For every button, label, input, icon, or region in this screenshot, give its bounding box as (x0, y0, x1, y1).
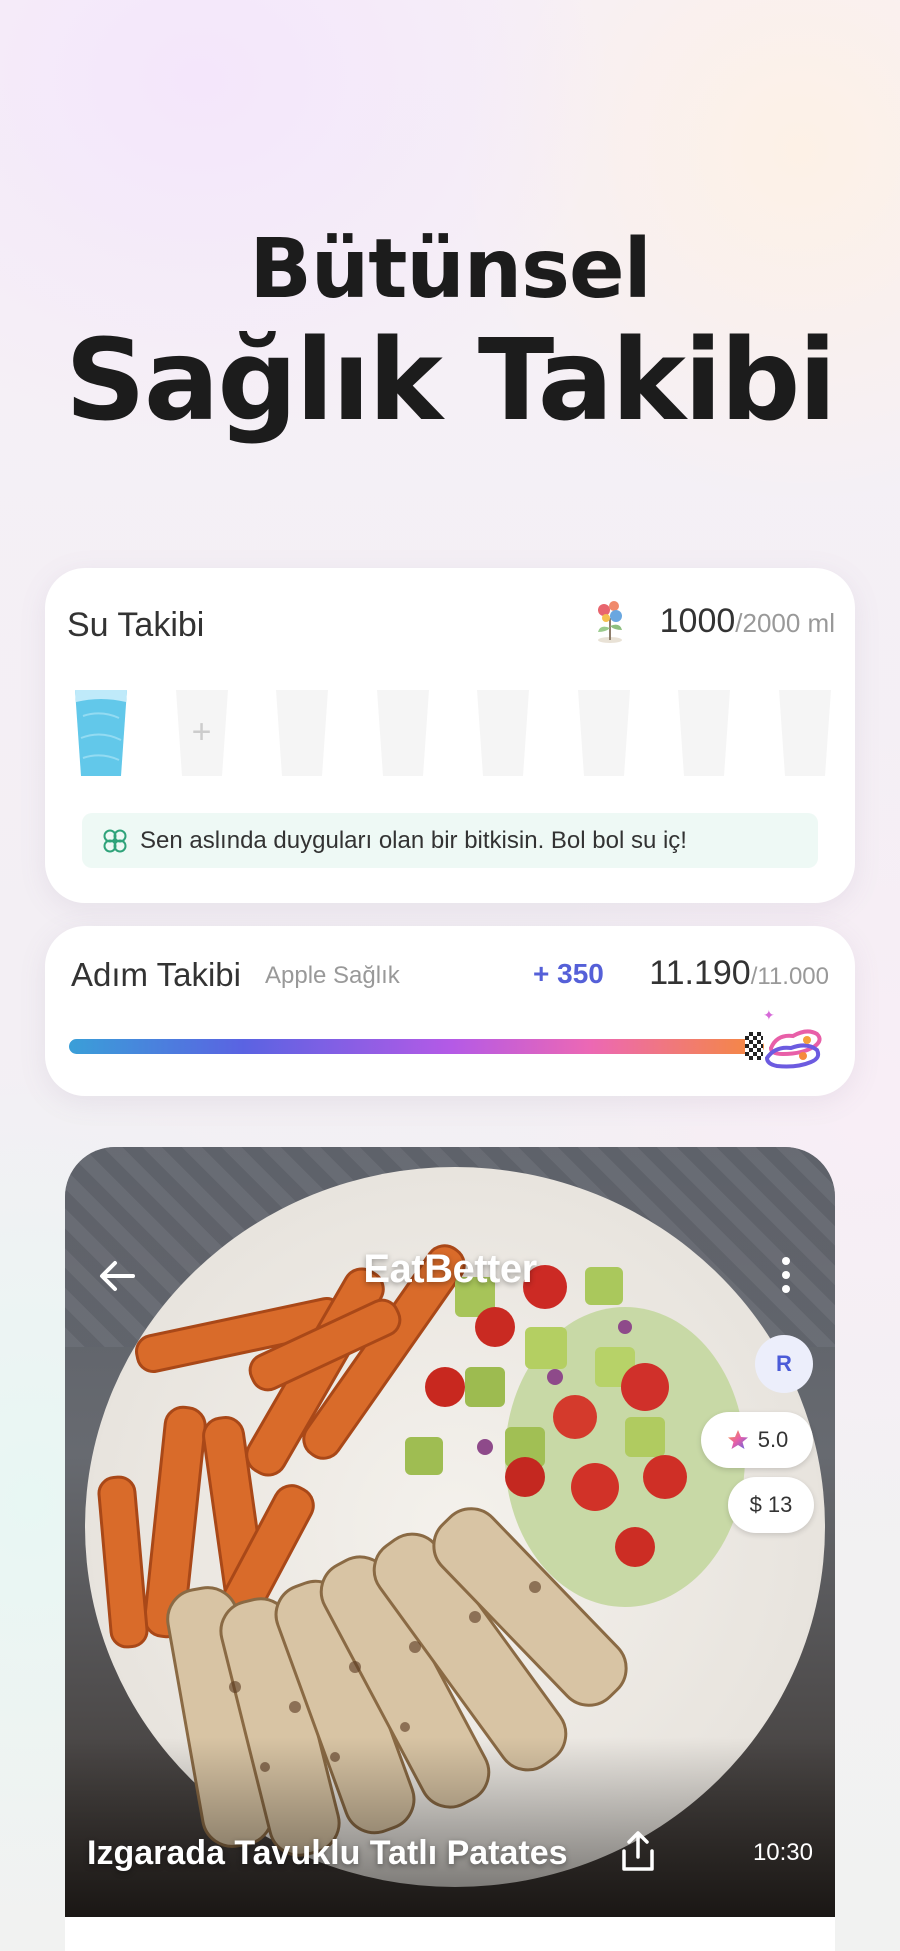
step-current: 11.190 (649, 954, 751, 992)
recipe-card[interactable]: EatBetter R 5.0 $ 13 Izgarada Tavuklu Ta… (65, 1147, 835, 1917)
rating-badge[interactable]: 5.0 (701, 1412, 813, 1468)
recipe-title[interactable]: Izgarada Tavuklu Tatlı Patates (87, 1834, 568, 1873)
star-icon (727, 1430, 748, 1449)
running-shoes-icon (764, 1029, 822, 1069)
water-glass-empty[interactable] (274, 686, 330, 778)
recipe-time: 10:30 (752, 1839, 813, 1866)
water-glass-empty[interactable] (777, 686, 833, 778)
glass-empty-icon (376, 690, 429, 776)
water-tip-banner: Sen aslında duyguları olan bir bitkisin.… (82, 813, 818, 868)
step-goal: /11.000 (750, 963, 829, 990)
step-tracker-card[interactable]: Adım Takibi Apple Sağlık + 350 11.190 /1… (45, 926, 855, 1096)
step-progress-bar (69, 1039, 764, 1054)
water-glass-empty[interactable] (375, 686, 431, 778)
hero-headline: Bütünsel Sağlık Takibi (0, 220, 900, 446)
water-tip-text: Sen aslında duyguları olan bir bitkisin.… (140, 826, 687, 854)
water-glass-empty[interactable] (475, 686, 531, 778)
water-glass-empty[interactable] (676, 686, 732, 778)
glass-empty-icon (276, 690, 329, 776)
price-value: $ 13 (749, 1492, 793, 1517)
glass-filled-icon (75, 690, 127, 776)
plant-icon (598, 601, 622, 643)
author-avatar[interactable]: R (755, 1335, 813, 1393)
price-badge[interactable]: $ 13 (728, 1477, 814, 1533)
glass-empty-icon (678, 690, 731, 776)
water-glass-filled[interactable] (73, 686, 129, 778)
glass-empty-icon (477, 690, 530, 776)
finish-flag-icon (745, 1032, 763, 1060)
headline-line-1: Bütünsel (249, 222, 651, 317)
rating-value: 5.0 (757, 1427, 789, 1452)
share-icon[interactable] (618, 1829, 658, 1873)
more-vertical-icon[interactable] (781, 1255, 791, 1295)
water-tracker-card[interactable]: Su Takibi 1000 /2000 ml + Sen aslında du… (45, 568, 855, 903)
headline-line-2: Sağlık Takibi (65, 316, 837, 446)
clover-icon (103, 829, 127, 852)
step-tracker-title: Adım Takibi (71, 956, 241, 993)
recipe-image-shade (65, 1737, 835, 1917)
recipe-card-footer (65, 1917, 835, 1951)
glass-empty-icon (778, 690, 831, 776)
step-count: 11.190 /11.000 (649, 954, 829, 993)
water-glass-empty[interactable] (576, 686, 632, 778)
water-current: 1000 (659, 602, 736, 640)
water-tracker-title: Su Takibi (67, 606, 205, 644)
recipe-brand-logo: EatBetter (363, 1247, 537, 1291)
step-tracker-source: Apple Sağlık (265, 962, 400, 989)
water-amount: 1000 /2000 ml (660, 602, 835, 641)
step-delta: + 350 (533, 958, 604, 989)
glass-empty-icon (577, 690, 630, 776)
water-glass-add[interactable]: + (174, 686, 230, 778)
add-glass-icon: + (191, 712, 212, 751)
water-glasses: + (73, 686, 833, 781)
water-total: /2000 ml (735, 608, 835, 638)
